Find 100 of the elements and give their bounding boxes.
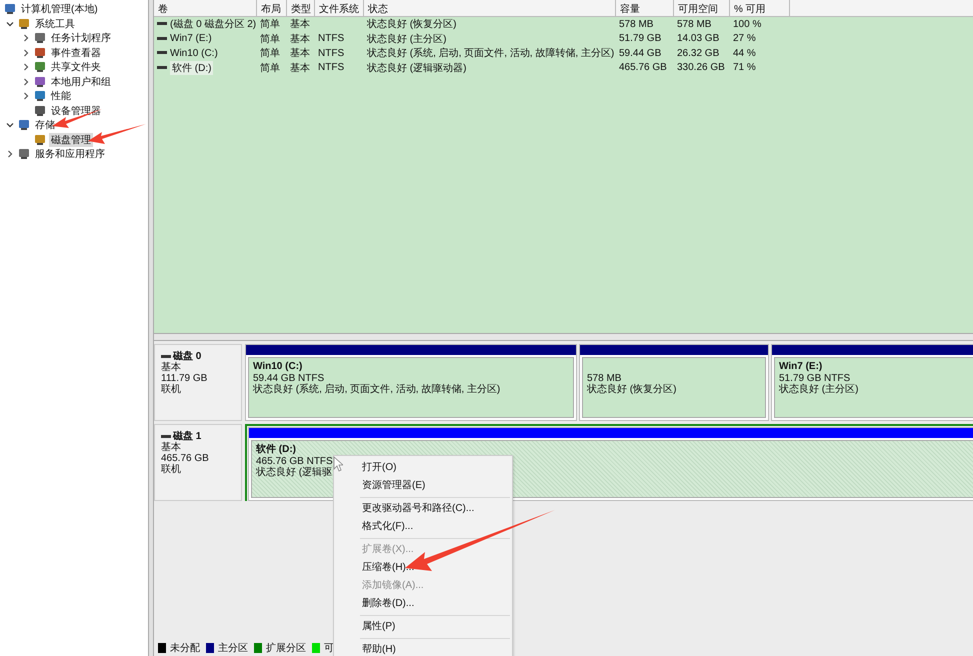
menu-item[interactable]: 格式化(F)...	[334, 518, 512, 536]
tree-item[interactable]: 任务计划程序	[49, 31, 113, 46]
partition-size: 51.79 GB NTFS	[779, 372, 850, 384]
table-cell-text: 基本	[290, 46, 310, 60]
menu-item[interactable]: 帮助(H)	[334, 641, 512, 656]
menu-item[interactable]: 更改驱动器号和路径(C)...	[334, 500, 512, 518]
table-cell-text: 简单	[260, 32, 280, 46]
disk-status: 联机	[161, 384, 182, 395]
disk-label-panel[interactable]: 磁盘 1 基本 465.76 GB 联机	[154, 424, 242, 501]
mouse-cursor-icon	[333, 456, 343, 472]
table-cell: 14.03 GB	[677, 33, 720, 44]
chevron-right-icon[interactable]	[22, 34, 30, 42]
menu-item[interactable]: 删除卷(D)...	[334, 595, 512, 613]
table-cell: 59.44 GB	[619, 48, 662, 59]
tree-item[interactable]: 事件查看器	[49, 46, 103, 60]
legend-label: 未分配	[170, 642, 200, 655]
disk-type: 基本	[161, 442, 182, 453]
table-cell-text: 基本	[290, 18, 310, 32]
table-cell-text: 状态良好 (主分区)	[367, 32, 446, 46]
column-header[interactable]: 文件系统	[315, 0, 364, 16]
tree-node-icon	[4, 3, 16, 16]
tree-item[interactable]: 存储	[33, 118, 57, 132]
table-cell-text: 简单	[260, 62, 280, 75]
table-cell: NTFS	[318, 62, 344, 74]
table-cell: 26.32 GB	[677, 48, 720, 59]
tree-node-icon	[34, 46, 46, 59]
partition-status: 状态良好 (主分区)	[779, 384, 858, 396]
chevron-right-icon[interactable]	[22, 92, 30, 100]
table-cell: 578 MB	[619, 18, 654, 30]
table-cell: NTFS	[318, 33, 344, 44]
table-cell: NTFS	[318, 48, 344, 59]
partition-block[interactable]: 578 MB 状态良好 (恢复分区)	[579, 344, 769, 421]
chevron-right-icon[interactable]	[22, 78, 30, 86]
legend-label: 扩展分区	[266, 642, 306, 655]
partition-status: 状态良好 (恢复分区)	[587, 384, 676, 396]
chevron-right-icon[interactable]	[22, 48, 30, 57]
table-cell-text: 状态良好 (逻辑驱动器)	[367, 62, 466, 75]
disk-name: 磁盘 0	[173, 351, 202, 362]
legend-label: 可	[324, 642, 334, 655]
table-cell[interactable]: Win10 (C:)	[170, 48, 218, 59]
disk-status: 联机	[161, 464, 182, 475]
tree-node-icon	[18, 18, 30, 30]
table-cell[interactable]: 软件 (D:)	[170, 60, 214, 75]
tree-node-icon	[34, 134, 46, 146]
partition-name: Win7 (E:)	[779, 361, 822, 372]
chevron-right-icon[interactable]	[6, 150, 14, 158]
column-header[interactable]: 卷	[154, 0, 257, 16]
chevron-down-icon[interactable]	[6, 121, 14, 130]
tree-item[interactable]: 性能	[49, 89, 73, 104]
partition-block[interactable]: Win10 (C:) 59.44 GB NTFS 状态良好 (系统, 启动, 页面文件, 活动, 故障转储, 主分区)	[245, 344, 577, 421]
disk-name: 磁盘 1	[173, 431, 202, 442]
column-header[interactable]: 类型	[287, 0, 315, 16]
menu-item[interactable]: 压缩卷(H)...	[334, 559, 512, 577]
table-cell: 330.26 GB	[677, 62, 725, 74]
partition-size: 59.44 GB NTFS	[253, 372, 324, 384]
column-header[interactable]: 可用空间	[674, 0, 730, 16]
partition-status: 状态良好 (逻辑驱	[256, 467, 332, 478]
tree-item[interactable]: 共享文件夹	[49, 60, 103, 74]
table-cell-text: 基本	[290, 32, 310, 46]
tree-item[interactable]: 本地用户和组	[49, 74, 113, 89]
column-header[interactable]: 布局	[257, 0, 287, 16]
chevron-right-icon[interactable]	[22, 63, 30, 72]
tree-item[interactable]: 计算机管理(本地)	[19, 2, 100, 16]
tree-node-icon	[18, 148, 30, 160]
partition-size: 578 MB	[587, 372, 622, 384]
partition-name: Win10 (C:)	[253, 361, 302, 372]
table-cell-text: 基本	[290, 62, 310, 75]
column-header[interactable]: 容量	[616, 0, 674, 16]
disk-size: 111.79 GB	[161, 373, 208, 384]
table-cell-text: 状态良好 (恢复分区)	[367, 18, 456, 32]
partition-status: 状态良好 (系统, 启动, 页面文件, 活动, 故障转储, 主分区)	[253, 384, 500, 396]
table-cell: 71 %	[733, 62, 756, 74]
tree-node-icon	[34, 32, 46, 44]
table-cell: 465.76 GB	[619, 62, 667, 74]
tree-item[interactable]: 系统工具	[33, 16, 77, 31]
tree-item[interactable]: 磁盘管理	[49, 132, 93, 147]
table-cell: 578 MB	[677, 18, 712, 30]
tree-item[interactable]: 服务和应用程序	[33, 147, 107, 162]
table-cell: 44 %	[733, 48, 756, 59]
partition-size: 465.76 GB NTFS	[256, 456, 333, 466]
chevron-down-icon[interactable]	[6, 20, 14, 28]
table-cell-text: 简单	[260, 18, 280, 32]
disk-type: 基本	[161, 362, 182, 373]
column-header[interactable]: 状态	[364, 0, 616, 16]
table-cell-text: 状态良好 (系统, 启动, 页面文件, 活动, 故障转储, 主分区)	[367, 46, 614, 60]
disk-size: 465.76 GB	[161, 453, 210, 464]
tree-node-icon	[34, 76, 46, 88]
legend-label: 主分区	[218, 642, 248, 655]
table-cell[interactable]: (磁盘 0 磁盘分区 2)	[170, 17, 256, 32]
table-cell: 27 %	[733, 33, 756, 44]
menu-item[interactable]: 属性(P)	[334, 618, 512, 636]
partition-block[interactable]: Win7 (E:) 51.79 GB NTFS 状态良好 (主分区)	[771, 344, 973, 421]
menu-item[interactable]: 资源管理器(E)	[334, 477, 512, 495]
tree-node-icon	[34, 61, 46, 74]
table-cell-text: 简单	[260, 46, 280, 60]
tree-node-icon	[34, 90, 46, 102]
disk-label-panel[interactable]: 磁盘 0 基本 111.79 GB 联机	[154, 344, 242, 421]
column-header[interactable]: % 可用	[730, 0, 790, 16]
tree-node-icon	[34, 104, 46, 117]
table-cell[interactable]: Win7 (E:)	[170, 33, 212, 44]
